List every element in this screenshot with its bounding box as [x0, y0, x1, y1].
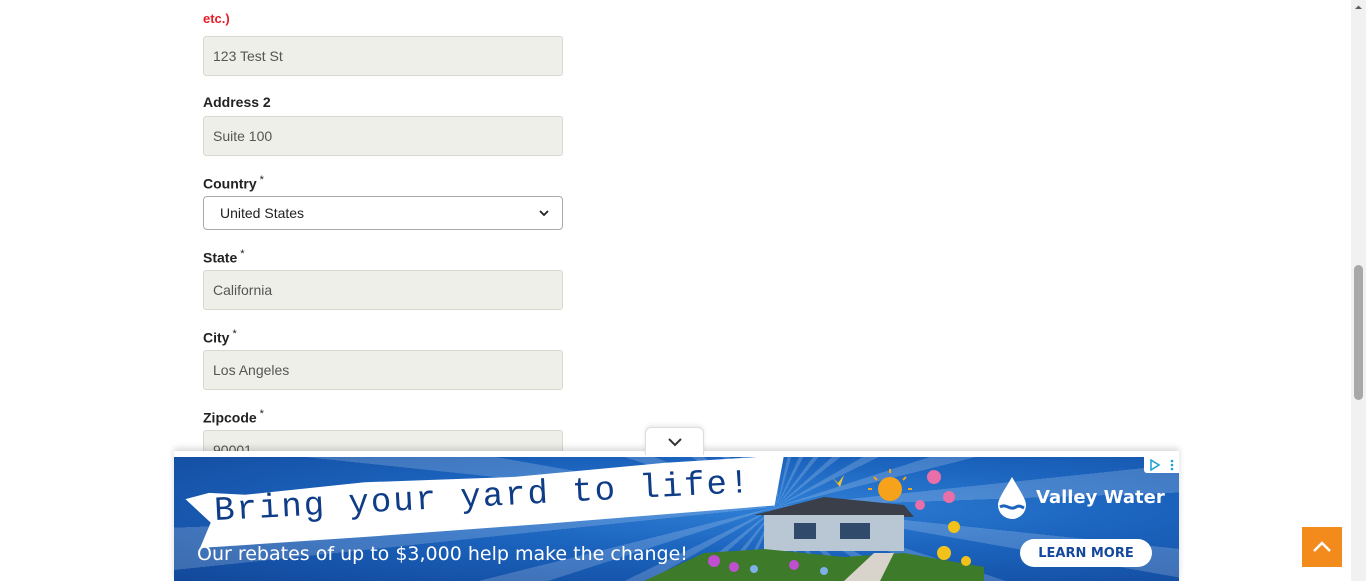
water-drop-icon [998, 477, 1026, 519]
required-asterisk: * [259, 174, 264, 186]
chevron-down-icon [667, 437, 682, 446]
required-asterisk: * [259, 408, 264, 420]
ad-brand-name: Valley Water [1036, 486, 1165, 508]
ad-choices-badge[interactable] [1144, 457, 1179, 473]
address2-label-text: Address 2 [203, 94, 271, 110]
back-to-top-button[interactable] [1302, 527, 1342, 567]
country-label-text: Country [203, 175, 257, 192]
required-asterisk: * [240, 248, 245, 260]
yard-house-illustration [644, 469, 984, 581]
scroll-up-arrow-icon[interactable] [1354, 3, 1363, 12]
learn-more-button[interactable]: LEARN MORE [1020, 539, 1152, 567]
address2-label: Address 2 [203, 94, 271, 110]
more-options-icon[interactable] [1170, 459, 1174, 471]
required-asterisk: * [232, 328, 237, 340]
ad-collapse-button[interactable] [645, 427, 704, 455]
scrollbar-thumb[interactable] [1354, 265, 1363, 400]
chevron-up-icon [1313, 541, 1331, 552]
city-field[interactable]: Los Angeles [203, 350, 563, 390]
country-selected-value: United States [220, 205, 305, 221]
address1-field[interactable]: 123 Test St [203, 36, 563, 76]
state-label-text: State [203, 249, 238, 266]
chevron-down-icon [539, 210, 549, 217]
page-scrollbar[interactable] [1351, 0, 1366, 581]
city-label: City * [203, 328, 237, 346]
address2-field[interactable]: Suite 100 [203, 116, 563, 156]
state-label: State * [203, 248, 245, 266]
country-select[interactable]: United States [203, 196, 563, 230]
address-warning-text: etc.) [203, 11, 230, 26]
zipcode-label-text: Zipcode [203, 409, 257, 426]
city-label-text: City [203, 329, 230, 346]
state-value: California [213, 282, 273, 298]
zipcode-label: Zipcode * [203, 408, 264, 426]
address2-value: Suite 100 [213, 128, 273, 144]
address1-value: 123 Test St [213, 48, 283, 64]
ad-subline: Our rebates of up to $3,000 help make th… [197, 543, 688, 565]
city-value: Los Angeles [213, 362, 290, 378]
ad-brand-logo: Valley Water [994, 475, 1165, 519]
country-label: Country * [203, 174, 264, 192]
ad-banner[interactable]: Bring your yard to life! Our rebates of … [174, 457, 1179, 581]
adchoices-icon[interactable] [1149, 459, 1161, 471]
state-field[interactable]: California [203, 270, 563, 310]
